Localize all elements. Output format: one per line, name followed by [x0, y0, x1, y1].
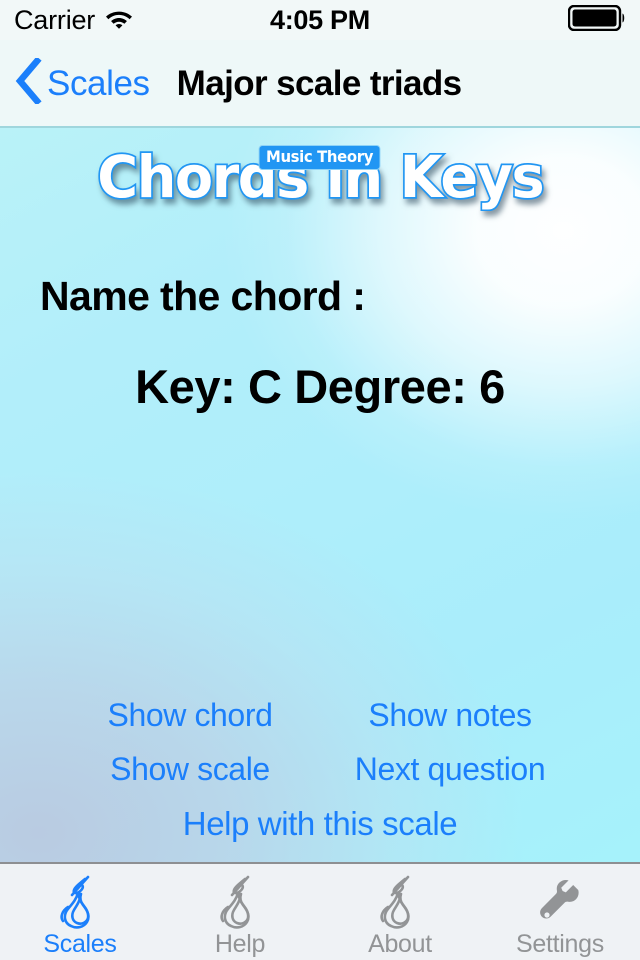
status-bar-right: [567, 4, 626, 36]
tab-label-about: About: [368, 929, 432, 958]
tab-bar: Scales Help About Settings: [0, 862, 640, 960]
battery-full-icon: [567, 4, 626, 36]
tab-label-scales: Scales: [43, 929, 117, 958]
app-root: Carrier 4:05 PM Scales Major scale triad…: [0, 0, 640, 960]
carrier-label: Carrier: [14, 4, 96, 35]
tab-help[interactable]: Help: [160, 864, 320, 960]
back-button[interactable]: Scales: [14, 55, 150, 109]
wrench-icon: [534, 872, 586, 930]
action-cell-show-notes: Show notes: [320, 699, 580, 731]
question-parameters: Key: C Degree: 6: [135, 360, 505, 413]
action-cell-next-question: Next question: [320, 753, 580, 785]
question-prompt: Name the chord :: [40, 273, 366, 319]
status-bar: Carrier 4:05 PM: [0, 0, 640, 40]
guitar-icon: [374, 872, 426, 930]
show-chord-button[interactable]: Show chord: [108, 699, 273, 731]
guitar-icon: [54, 872, 106, 930]
guitar-icon: [214, 872, 266, 930]
show-notes-button[interactable]: Show notes: [368, 699, 532, 731]
content-area: Chords in Keys Music Theory Name the cho…: [0, 128, 640, 862]
chevron-left-icon: [14, 55, 42, 109]
back-button-label: Scales: [47, 63, 150, 103]
status-bar-left: Carrier: [14, 4, 134, 35]
next-question-button[interactable]: Next question: [355, 753, 546, 785]
tab-label-help: Help: [214, 929, 266, 958]
help-with-this-scale-button[interactable]: Help with this scale: [183, 807, 458, 840]
action-row-1: Show chord Show notes: [0, 699, 640, 731]
app-logo: Chords in Keys Music Theory: [0, 143, 640, 232]
action-cell-show-chord: Show chord: [60, 699, 320, 731]
tab-label-settings: Settings: [516, 929, 604, 958]
action-row-2: Show scale Next question: [0, 753, 640, 785]
action-cell-show-scale: Show scale: [60, 753, 320, 785]
wifi-icon: [104, 7, 134, 34]
action-links: Show chord Show notes Show scale Next qu…: [0, 699, 640, 840]
navigation-bar: Scales Major scale triads: [0, 40, 640, 128]
tab-settings[interactable]: Settings: [480, 864, 640, 960]
page-title: Major scale triads: [176, 63, 462, 103]
action-row-3: Help with this scale: [0, 807, 640, 840]
show-scale-button[interactable]: Show scale: [110, 753, 270, 785]
logo-main-text: Chords in Keys: [95, 143, 546, 211]
tab-about[interactable]: About: [320, 864, 480, 960]
tab-scales[interactable]: Scales: [0, 864, 160, 960]
